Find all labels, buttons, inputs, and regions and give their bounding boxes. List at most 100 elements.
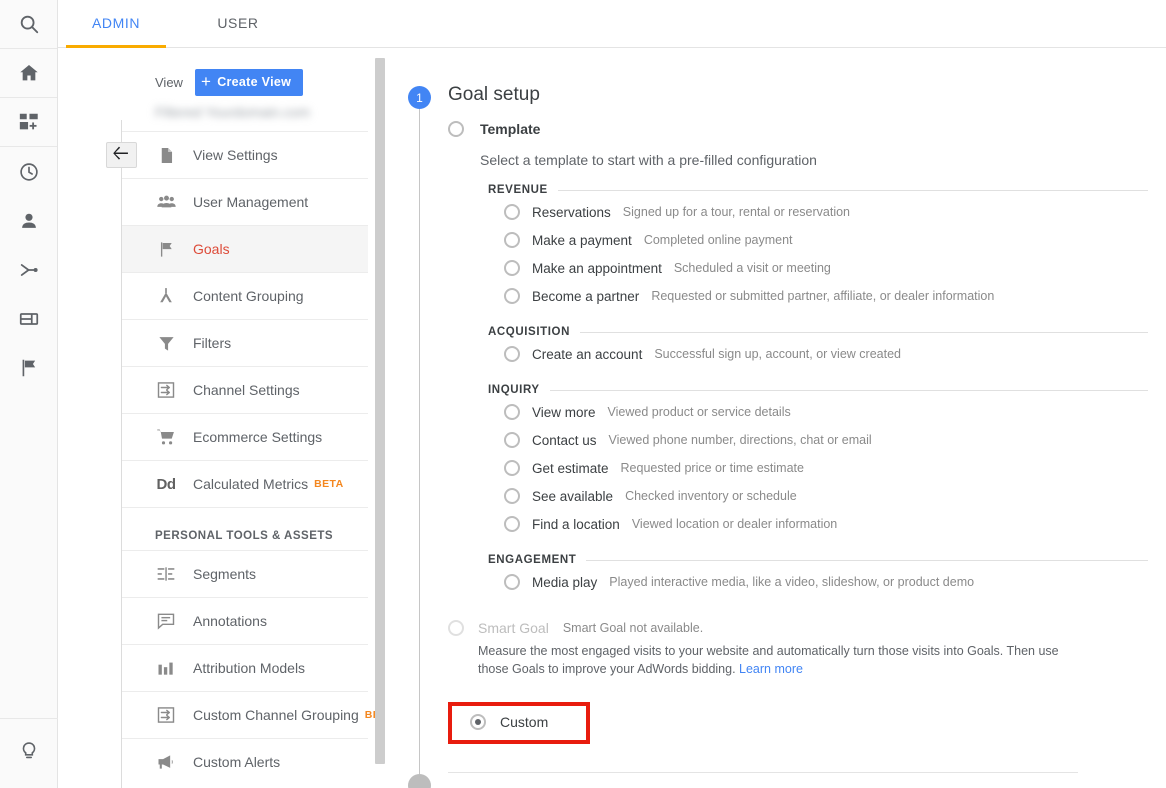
sidebar-item-label: Ecommerce Settings bbox=[193, 429, 323, 445]
subnav-scrollbar-thumb[interactable] bbox=[375, 58, 385, 764]
sidebar-item-label: Channel Settings bbox=[193, 382, 300, 398]
collapse-panel-button[interactable] bbox=[106, 142, 137, 168]
option-create-an-account[interactable]: Create an account Successful sign up, ac… bbox=[488, 340, 1148, 368]
step-2-circle bbox=[408, 774, 431, 788]
rail-item-conversions[interactable] bbox=[0, 343, 57, 392]
rail-item-customization[interactable] bbox=[0, 98, 57, 147]
option-see-available[interactable]: See available Checked inventory or sched… bbox=[488, 482, 1148, 510]
sidebar-item-annotations[interactable]: Annotations bbox=[122, 597, 368, 644]
template-radio-row[interactable]: Template bbox=[448, 118, 1148, 140]
option-radio[interactable] bbox=[504, 232, 520, 248]
group-header-rule bbox=[549, 389, 1148, 391]
customization-icon bbox=[18, 111, 40, 133]
left-icon-rail bbox=[0, 0, 58, 788]
option-radio[interactable] bbox=[504, 574, 520, 590]
option-media-play[interactable]: Media play Played interactive media, lik… bbox=[488, 568, 1148, 596]
sidebar-item-channel-settings[interactable]: Channel Settings bbox=[122, 366, 368, 413]
tab-admin[interactable]: ADMIN bbox=[66, 0, 166, 48]
rail-item-discover[interactable] bbox=[0, 718, 58, 788]
option-description: Checked inventory or schedule bbox=[625, 489, 797, 503]
sidebar-item-segments[interactable]: Segments bbox=[122, 550, 368, 597]
home-icon bbox=[18, 62, 40, 84]
rail-item-home[interactable] bbox=[0, 49, 57, 98]
option-name: Get estimate bbox=[532, 460, 609, 476]
rail-item-acquisition[interactable] bbox=[0, 245, 57, 294]
option-radio[interactable] bbox=[504, 460, 520, 476]
search-icon-button[interactable] bbox=[0, 0, 57, 49]
rail-item-behavior[interactable] bbox=[0, 294, 57, 343]
option-name: See available bbox=[532, 488, 614, 504]
step-1-circle: 1 bbox=[408, 86, 431, 109]
option-description: Played interactive media, like a video, … bbox=[609, 575, 975, 589]
option-radio[interactable] bbox=[504, 488, 520, 504]
option-name: Find a location bbox=[532, 516, 620, 532]
option-radio[interactable] bbox=[504, 346, 520, 362]
tab-user-label: USER bbox=[217, 15, 259, 31]
option-reservations[interactable]: Reservations Signed up for a tour, renta… bbox=[488, 198, 1148, 226]
custom-option-wrapper: Custom bbox=[448, 702, 590, 745]
sidebar-item-label: Goals bbox=[193, 241, 230, 257]
option-name: View more bbox=[532, 404, 596, 420]
document-icon bbox=[155, 144, 177, 166]
sidebar-item-goals[interactable]: Goals bbox=[122, 225, 368, 272]
sidebar-item-calculated-metrics[interactable]: Dd Calculated Metrics BETA bbox=[122, 460, 368, 507]
sidebar-item-content-grouping[interactable]: Content Grouping bbox=[122, 272, 368, 319]
tab-user[interactable]: USER bbox=[198, 0, 278, 48]
option-description: Requested price or time estimate bbox=[620, 461, 804, 475]
option-radio[interactable] bbox=[504, 432, 520, 448]
discover-bulb-icon bbox=[18, 740, 40, 767]
sidebar-item-view-settings[interactable]: View Settings bbox=[122, 131, 368, 178]
option-description: Completed online payment bbox=[643, 233, 793, 247]
top-tab-bar: ADMIN USER bbox=[58, 0, 1166, 48]
button-row-divider bbox=[448, 772, 1078, 774]
option-name: Make an appointment bbox=[532, 260, 662, 276]
group-header-label: INQUIRY bbox=[488, 384, 540, 396]
sidebar-item-filters[interactable]: Filters bbox=[122, 319, 368, 366]
create-view-button[interactable]: + Create View bbox=[194, 68, 304, 96]
group-header-inquiry: INQUIRY bbox=[488, 384, 1148, 396]
rail-item-audience[interactable] bbox=[0, 196, 57, 245]
option-contact-us[interactable]: Contact us Viewed phone number, directio… bbox=[488, 426, 1148, 454]
flag-icon bbox=[155, 238, 177, 260]
group-header-engagement: ENGAGEMENT bbox=[488, 554, 1148, 566]
sidebar-item-label: Attribution Models bbox=[193, 660, 306, 676]
dd-icon: Dd bbox=[156, 475, 177, 493]
subnav-section-header: PERSONAL TOOLS & ASSETS bbox=[122, 507, 368, 550]
rail-item-realtime[interactable] bbox=[0, 147, 57, 196]
search-icon bbox=[18, 13, 40, 35]
option-radio[interactable] bbox=[504, 204, 520, 220]
group-header-acquisition: ACQUISITION bbox=[488, 326, 1148, 338]
option-name: Contact us bbox=[532, 432, 597, 448]
option-find-a-location[interactable]: Find a location Viewed location or deale… bbox=[488, 510, 1148, 538]
group-header-rule bbox=[586, 559, 1148, 561]
option-custom[interactable]: Custom bbox=[470, 714, 548, 731]
annotations-icon bbox=[155, 610, 177, 632]
option-get-estimate[interactable]: Get estimate Requested price or time est… bbox=[488, 454, 1148, 482]
template-radio[interactable] bbox=[448, 121, 464, 137]
option-view-more[interactable]: View more Viewed product or service deta… bbox=[488, 398, 1148, 426]
group-engagement: ENGAGEMENT Media play Played interactive… bbox=[488, 554, 1148, 596]
arrow-left-icon bbox=[113, 146, 130, 165]
option-make-a-payment[interactable]: Make a payment Completed online payment bbox=[488, 226, 1148, 254]
option-name: Make a payment bbox=[532, 232, 632, 248]
sidebar-item-attribution-models[interactable]: Attribution Models bbox=[122, 644, 368, 691]
option-description: Scheduled a visit or meeting bbox=[673, 261, 831, 275]
sidebar-item-label: Filters bbox=[193, 335, 232, 351]
option-make-an-appointment[interactable]: Make an appointment Scheduled a visit or… bbox=[488, 254, 1148, 282]
option-become-a-partner[interactable]: Become a partner Requested or submitted … bbox=[488, 282, 1148, 310]
sidebar-item-ecommerce-settings[interactable]: Ecommerce Settings bbox=[122, 413, 368, 460]
option-radio[interactable] bbox=[504, 516, 520, 532]
learn-more-link[interactable]: Learn more bbox=[739, 662, 803, 676]
group-acquisition: ACQUISITION Create an account Successful… bbox=[488, 326, 1148, 368]
people-icon bbox=[155, 191, 177, 213]
custom-radio[interactable] bbox=[470, 714, 486, 731]
sidebar-item-custom-alerts[interactable]: Custom Alerts bbox=[122, 738, 368, 785]
option-radio[interactable] bbox=[504, 288, 520, 304]
option-radio[interactable] bbox=[504, 260, 520, 276]
sidebar-item-user-management[interactable]: User Management bbox=[122, 178, 368, 225]
subnav-scrollbar[interactable] bbox=[375, 58, 385, 786]
create-view-label: Create View bbox=[217, 75, 292, 89]
sidebar-item-custom-channel-grouping[interactable]: Custom Channel Grouping BET. bbox=[122, 691, 380, 738]
option-radio[interactable] bbox=[504, 404, 520, 420]
megaphone-icon bbox=[155, 751, 177, 773]
